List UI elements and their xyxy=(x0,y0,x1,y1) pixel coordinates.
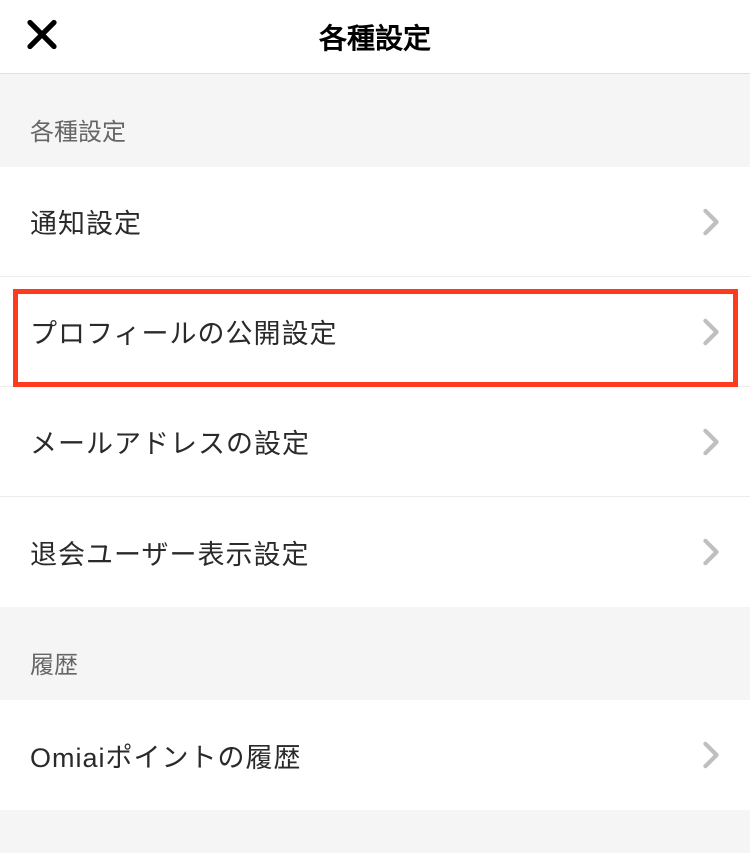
page-title: 各種設定 xyxy=(0,17,750,57)
chevron-right-icon xyxy=(702,741,720,769)
section-settings: 各種設定 通知設定 プロフィールの公開設定 メールアドレスの設定 xyxy=(0,74,750,607)
chevron-right-icon xyxy=(702,538,720,566)
header: 各種設定 xyxy=(0,0,750,74)
list-item-notification[interactable]: 通知設定 xyxy=(0,167,750,277)
list-item-label: 通知設定 xyxy=(30,202,142,241)
section-header-history: 履歴 xyxy=(0,607,750,700)
list-item-label: 退会ユーザー表示設定 xyxy=(30,533,309,572)
close-icon xyxy=(24,16,60,57)
section-header-settings: 各種設定 xyxy=(0,74,750,167)
list-item-points-history[interactable]: Omiaiポイントの履歴 xyxy=(0,700,750,810)
list-item-label: Omiaiポイントの履歴 xyxy=(30,736,302,775)
chevron-right-icon xyxy=(702,208,720,236)
section-history: 履歴 Omiaiポイントの履歴 xyxy=(0,607,750,810)
close-button[interactable] xyxy=(24,16,60,57)
list-item-label: プロフィールの公開設定 xyxy=(30,312,337,351)
list-settings: 通知設定 プロフィールの公開設定 メールアドレスの設定 xyxy=(0,167,750,607)
chevron-right-icon xyxy=(702,318,720,346)
list-item-label: メールアドレスの設定 xyxy=(30,422,310,461)
list-item-withdrawn-users[interactable]: 退会ユーザー表示設定 xyxy=(0,497,750,607)
list-history: Omiaiポイントの履歴 xyxy=(0,700,750,810)
list-item-profile-visibility[interactable]: プロフィールの公開設定 xyxy=(0,277,750,387)
chevron-right-icon xyxy=(702,428,720,456)
list-item-email[interactable]: メールアドレスの設定 xyxy=(0,387,750,497)
